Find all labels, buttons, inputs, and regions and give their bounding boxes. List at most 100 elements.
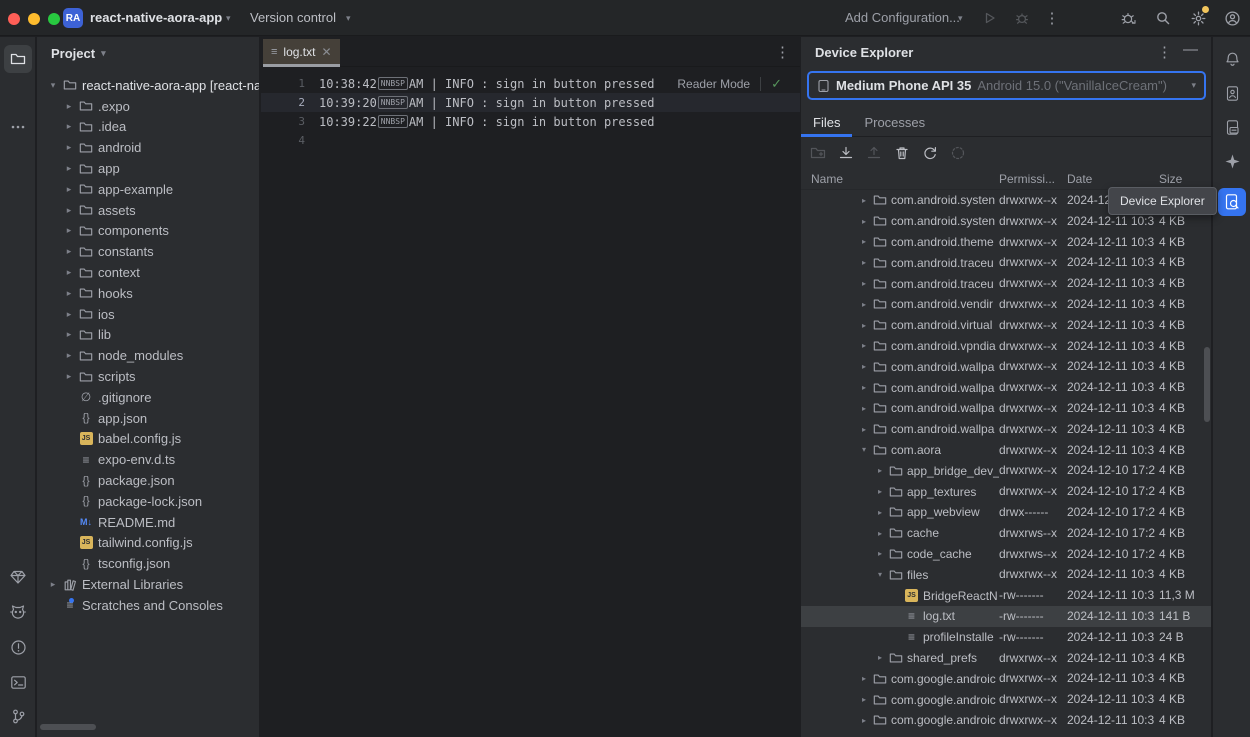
chevron-right-icon[interactable]: ▸ xyxy=(61,163,77,174)
tree-item-readme-md[interactable]: M↓README.md xyxy=(37,512,260,533)
tree-item-expo-env-d-ts[interactable]: ≡expo-env.d.ts xyxy=(37,449,260,470)
file-row-shared-prefs[interactable]: ▸shared_prefsdrwxrwx--x2024-12-11 10:34 … xyxy=(801,648,1212,669)
tree-item-gitignore[interactable]: ∅.gitignore xyxy=(37,387,260,408)
device-selector[interactable]: Medium Phone API 35 Android 15.0 ("Vanil… xyxy=(807,71,1206,100)
tree-item-react-native-aora-app-react-nat[interactable]: ▾react-native-aora-app [react-nat xyxy=(37,75,260,96)
tree-item-android[interactable]: ▸android xyxy=(37,137,260,158)
tree-item-package-lock-json[interactable]: {}package-lock.json xyxy=(37,491,260,512)
tree-item-ios[interactable]: ▸ios xyxy=(37,304,260,325)
chevron-right-icon[interactable]: ▸ xyxy=(45,579,61,590)
more-icon[interactable]: ⋮ xyxy=(1042,8,1062,28)
chevron-right-icon[interactable]: ▸ xyxy=(857,258,871,267)
chevron-right-icon[interactable]: ▸ xyxy=(857,383,871,392)
column-size[interactable]: Size xyxy=(1159,172,1182,186)
tree-item-expo[interactable]: ▸.expo xyxy=(37,96,260,117)
sync-settings-icon[interactable] xyxy=(949,144,967,162)
column-date[interactable]: Date xyxy=(1067,172,1092,186)
chevron-right-icon[interactable]: ▸ xyxy=(857,279,871,288)
refresh-icon[interactable] xyxy=(921,144,939,162)
vertical-scrollbar[interactable] xyxy=(1204,347,1210,422)
chevron-right-icon[interactable]: ▸ xyxy=(857,362,871,371)
chevron-right-icon[interactable]: ▸ xyxy=(873,653,887,662)
gem-icon[interactable] xyxy=(4,563,32,591)
file-row-log-txt[interactable]: ≡log.txt-rw-------2024-12-11 10:3141 B xyxy=(801,606,1212,627)
chevron-right-icon[interactable]: ▸ xyxy=(857,674,871,683)
gemini-star-icon[interactable] xyxy=(1218,147,1246,175)
project-name-menu[interactable]: react-native-aora-app xyxy=(90,10,222,25)
tree-item-app-example[interactable]: ▸app-example xyxy=(37,179,260,200)
file-row-app-bridge-dev[interactable]: ▸app_bridge_dev_drwxrwx--x2024-12-10 17:… xyxy=(801,460,1212,481)
tree-item-babel-config-js[interactable]: JSbabel.config.js xyxy=(37,429,260,450)
reader-mode-widget[interactable]: Reader Mode ✓ xyxy=(677,76,782,92)
tree-item-assets[interactable]: ▸assets xyxy=(37,200,260,221)
chevron-right-icon[interactable]: ▸ xyxy=(61,184,77,195)
chevron-right-icon[interactable]: ▸ xyxy=(61,205,77,216)
git-branch-icon[interactable] xyxy=(4,702,32,730)
file-row-com-android-wallpa[interactable]: ▸com.android.wallpadrwxrwx--x2024-12-11 … xyxy=(801,377,1212,398)
profile-avatar-icon[interactable] xyxy=(1222,8,1242,28)
file-row-com-aora[interactable]: ▾com.aoradrwxrwx--x2024-12-11 10:34 KB xyxy=(801,440,1212,461)
chevron-right-icon[interactable]: ▸ xyxy=(857,716,871,725)
tree-item-scratches-and-consoles[interactable]: ≡Scratches and Consoles xyxy=(37,595,260,616)
file-row-com-android-virtual[interactable]: ▸com.android.virtualdrwxrwx--x2024-12-11… xyxy=(801,315,1212,336)
minimize-window-button[interactable] xyxy=(28,13,40,25)
run-icon[interactable] xyxy=(980,8,1000,28)
device-explorer-icon[interactable] xyxy=(1218,188,1246,216)
file-row-bridgereactn[interactable]: JSBridgeReactN-rw-------2024-12-11 10:31… xyxy=(801,585,1212,606)
file-row-com-android-wallpa[interactable]: ▸com.android.wallpadrwxrwx--x2024-12-11 … xyxy=(801,419,1212,440)
debug-icon[interactable] xyxy=(1012,8,1032,28)
chevron-down-icon[interactable]: ▾ xyxy=(45,80,61,91)
download-icon[interactable] xyxy=(837,144,855,162)
file-row-com-android-traceu[interactable]: ▸com.android.traceudrwxrwx--x2024-12-11 … xyxy=(801,252,1212,273)
chevron-down-icon[interactable]: ▾ xyxy=(857,445,871,454)
horizontal-scrollbar[interactable] xyxy=(40,724,96,730)
tree-item-external-libraries[interactable]: ▸External Libraries xyxy=(37,574,260,595)
chevron-right-icon[interactable]: ▸ xyxy=(873,508,887,517)
device-manager-icon[interactable] xyxy=(1218,113,1246,141)
column-permissions[interactable]: Permissi... xyxy=(999,172,1055,186)
chevron-right-icon[interactable]: ▸ xyxy=(61,101,77,112)
chevron-right-icon[interactable]: ▸ xyxy=(857,196,871,205)
chevron-right-icon[interactable]: ▸ xyxy=(61,288,77,299)
zoom-window-button[interactable] xyxy=(48,13,60,25)
delete-icon[interactable] xyxy=(893,144,911,162)
chevron-right-icon[interactable]: ▸ xyxy=(873,529,887,538)
chevron-right-icon[interactable]: ▸ xyxy=(61,121,77,132)
file-row-com-android-theme[interactable]: ▸com.android.themedrwxrwx--x2024-12-11 1… xyxy=(801,232,1212,253)
settings-gear-icon[interactable] xyxy=(1188,8,1208,28)
chevron-right-icon[interactable]: ▸ xyxy=(857,217,871,226)
terminal-icon[interactable] xyxy=(4,668,32,696)
tree-item-idea[interactable]: ▸.idea xyxy=(37,117,260,138)
chevron-down-icon[interactable]: ▾ xyxy=(873,570,887,579)
logcat-cat-icon[interactable] xyxy=(4,598,32,626)
chevron-right-icon[interactable]: ▸ xyxy=(857,404,871,413)
tree-item-tailwind-config-js[interactable]: JStailwind.config.js xyxy=(37,533,260,554)
tree-item-app[interactable]: ▸app xyxy=(37,158,260,179)
file-row-com-android-wallpa[interactable]: ▸com.android.wallpadrwxrwx--x2024-12-11 … xyxy=(801,356,1212,377)
tab-processes[interactable]: Processes xyxy=(852,107,937,137)
chevron-right-icon[interactable]: ▸ xyxy=(857,237,871,246)
log-line-2[interactable]: 210:39:20NNBSPAM | INFO : sign in button… xyxy=(261,93,800,112)
file-row-app-webview[interactable]: ▸app_webviewdrwx------2024-12-10 17:24 K… xyxy=(801,502,1212,523)
project-folder-icon[interactable] xyxy=(4,45,32,73)
log-line-4[interactable]: 4 xyxy=(261,131,800,150)
project-panel-header[interactable]: Project ▾ xyxy=(37,37,259,69)
tree-item-hooks[interactable]: ▸hooks xyxy=(37,283,260,304)
tab-files[interactable]: Files xyxy=(801,107,852,137)
chevron-right-icon[interactable]: ▸ xyxy=(61,246,77,257)
tree-item-lib[interactable]: ▸lib xyxy=(37,325,260,346)
tree-item-tsconfig-json[interactable]: {}tsconfig.json xyxy=(37,553,260,574)
problems-icon[interactable] xyxy=(4,633,32,661)
tree-item-package-json[interactable]: {}package.json xyxy=(37,470,260,491)
more-icon[interactable]: ⋮ xyxy=(1157,43,1172,61)
file-row-app-textures[interactable]: ▸app_texturesdrwxrwx--x2024-12-10 17:24 … xyxy=(801,481,1212,502)
tree-item-constants[interactable]: ▸constants xyxy=(37,241,260,262)
more-icon[interactable] xyxy=(4,113,32,141)
file-row-com-google-androic[interactable]: ▸com.google.androicdrwxrwx--x2024-12-11 … xyxy=(801,710,1212,731)
upload-icon[interactable] xyxy=(865,144,883,162)
chevron-right-icon[interactable]: ▸ xyxy=(857,695,871,704)
file-row-com-android-vendir[interactable]: ▸com.android.vendirdrwxrwx--x2024-12-11 … xyxy=(801,294,1212,315)
file-row-com-android-wallpa[interactable]: ▸com.android.wallpadrwxrwx--x2024-12-11 … xyxy=(801,398,1212,419)
file-row-cache[interactable]: ▸cachedrwxrws--x2024-12-10 17:24 KB xyxy=(801,523,1212,544)
more-icon[interactable]: ⋮ xyxy=(775,43,790,61)
